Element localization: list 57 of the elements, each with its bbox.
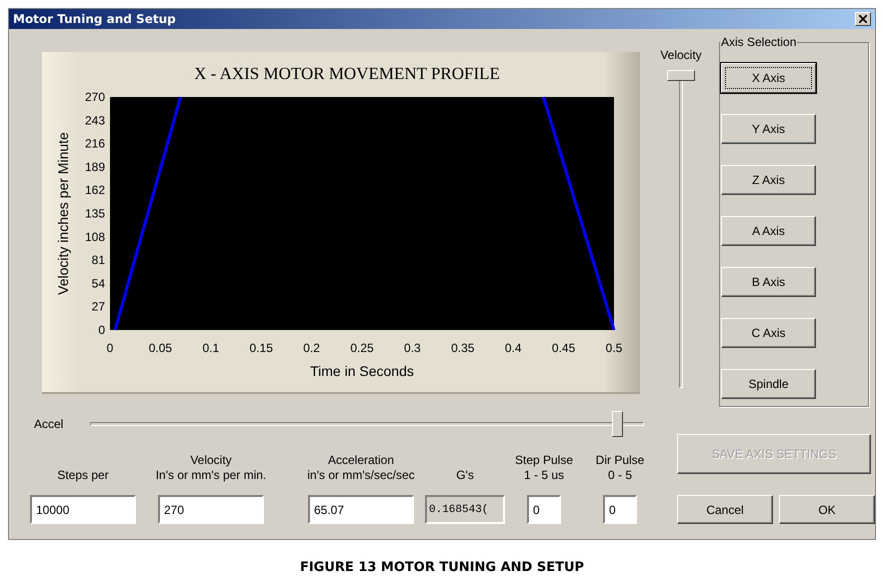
input-field[interactable]: 0	[603, 495, 637, 524]
chart-title: X - AXIS MOTOR MOVEMENT PROFILE	[194, 64, 500, 83]
x-tick-label: 0	[106, 341, 114, 355]
input-field[interactable]: 0	[527, 495, 561, 524]
input-field[interactable]: 270	[158, 495, 264, 524]
x-axis-label: Time in Seconds	[310, 363, 414, 379]
axis-button[interactable]: A Axis	[721, 216, 816, 246]
axis-button[interactable]: Y Axis	[721, 114, 816, 144]
field-label: G's	[456, 468, 474, 483]
input-field[interactable]: 10000	[30, 495, 136, 524]
x-tick-label: 0.5	[606, 341, 622, 355]
x-tick-label: 0.4	[504, 341, 522, 355]
field-label: Steps per	[57, 468, 109, 483]
figure-caption: FIGURE 13 MOTOR TUNING AND SETUP	[298, 560, 586, 575]
y-tick-label: 135	[84, 206, 105, 220]
x-tick-label: 0.45	[552, 341, 576, 355]
accel-slider-label: Accel	[34, 417, 64, 431]
y-tick-label: 162	[84, 183, 105, 198]
close-icon	[859, 15, 867, 23]
y-axis-label: Velocity inches per Minute	[55, 132, 71, 295]
close-button[interactable]	[855, 12, 871, 26]
axis-button[interactable]: Z Axis	[721, 165, 816, 195]
y-tick-label: 54	[92, 276, 105, 290]
y-tick-label: 81	[92, 253, 105, 268]
axis-button[interactable]: B Axis	[721, 267, 816, 297]
x-tick-label: 0.15	[250, 341, 273, 355]
axis-button[interactable]: Spindle	[721, 369, 816, 399]
dialog-button[interactable]: Cancel	[677, 495, 773, 524]
axis-button[interactable]: C Axis	[721, 318, 816, 348]
y-tick-label: 243	[84, 113, 105, 128]
field-label: Step Pulse 1 - 5 us	[514, 453, 574, 483]
y-tick-label: 0	[98, 323, 105, 337]
x-tick-label: 0.2	[303, 341, 320, 355]
window-title: Motor Tuning and Setup	[13, 12, 176, 26]
x-tick-label: 0.1	[202, 341, 220, 355]
velocity-slider-label: Velocity	[660, 48, 702, 62]
y-tick-label: 27	[92, 300, 105, 314]
field-label: Velocity In's or mm's per min.	[156, 453, 266, 483]
slider-thumb[interactable]	[667, 70, 695, 81]
y-tick-label: 189	[84, 160, 105, 174]
x-tick-label: 0.35	[451, 341, 474, 355]
x-tick-label: 0.25	[350, 341, 374, 355]
x-tick-label: 0.3	[404, 341, 421, 355]
group-title: Axis Selection	[720, 35, 798, 49]
field-label: Dir Pulse 0 - 5	[596, 453, 644, 483]
y-tick-label: 216	[84, 136, 105, 151]
accel-slider[interactable]	[90, 411, 644, 437]
y-tick-label: 108	[84, 230, 105, 244]
slider-thumb[interactable]	[612, 411, 623, 437]
velocity-slider[interactable]	[667, 70, 695, 388]
y-tick-label: 270	[84, 90, 105, 104]
x-tick-label: 0.05	[148, 341, 172, 355]
dialog-button[interactable]: OK	[779, 495, 875, 524]
input-field[interactable]: 0.168543(	[425, 495, 505, 524]
input-field[interactable]: 65.07	[308, 495, 414, 524]
field-label: Acceleration in's or mm's/sec/sec	[307, 453, 415, 483]
axis-button[interactable]: X Axis	[721, 63, 816, 93]
